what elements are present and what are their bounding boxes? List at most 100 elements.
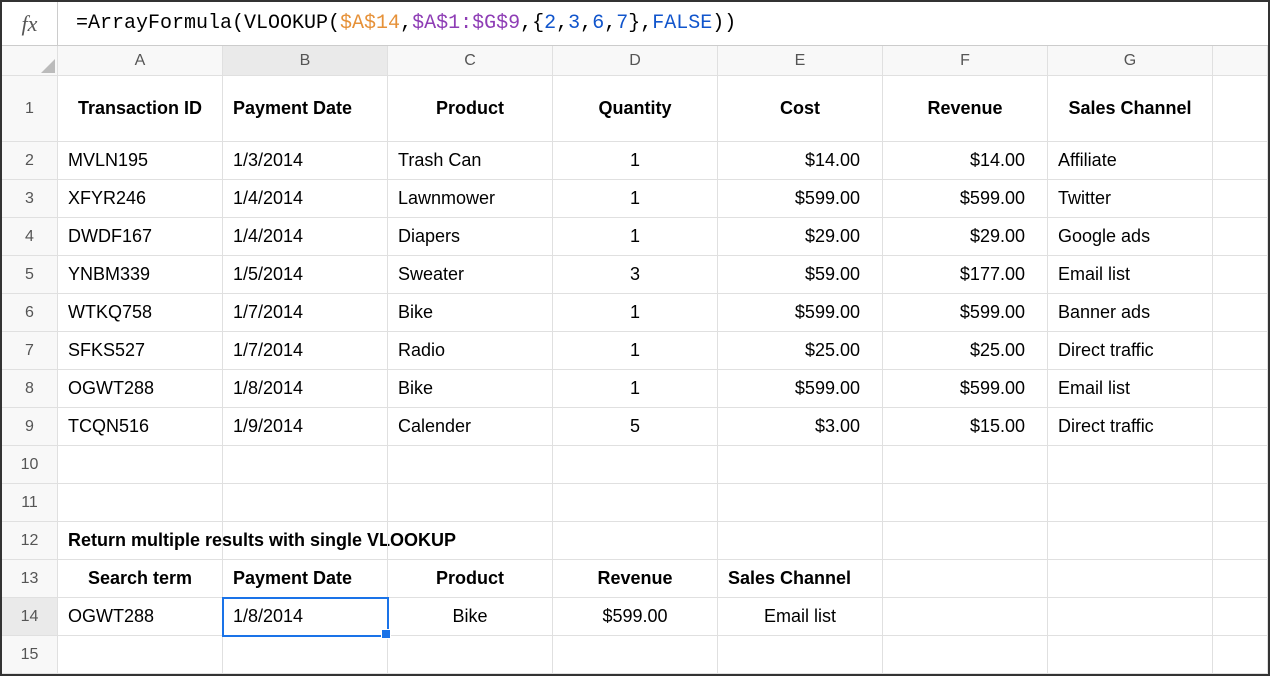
cell-G11[interactable] [1048, 484, 1213, 522]
cell-A13[interactable]: Search term [58, 560, 223, 598]
cell-A4[interactable]: DWDF167 [58, 218, 223, 256]
cell-B11[interactable] [223, 484, 388, 522]
cell-H10[interactable] [1213, 446, 1268, 484]
cell-G12[interactable] [1048, 522, 1213, 560]
cell-B7[interactable]: 1/7/2014 [223, 332, 388, 370]
cell-A14[interactable]: OGWT288 [58, 598, 223, 636]
cell-A3[interactable]: XFYR246 [58, 180, 223, 218]
cell-G9[interactable]: Direct traffic [1048, 408, 1213, 446]
row-header-15[interactable]: 15 [2, 636, 58, 674]
cell-B1[interactable]: Payment Date [223, 76, 388, 142]
cell-F1[interactable]: Revenue [883, 76, 1048, 142]
cell-C8[interactable]: Bike [388, 370, 553, 408]
row-header-11[interactable]: 11 [2, 484, 58, 522]
cell-E5[interactable]: $59.00 [718, 256, 883, 294]
cell-E13[interactable]: Sales Channel [718, 560, 883, 598]
cell-C10[interactable] [388, 446, 553, 484]
cell-B15[interactable] [223, 636, 388, 674]
cell-E9[interactable]: $3.00 [718, 408, 883, 446]
cell-G2[interactable]: Affiliate [1048, 142, 1213, 180]
cell-C13[interactable]: Product [388, 560, 553, 598]
col-header-extra[interactable] [1213, 46, 1268, 76]
cell-B2[interactable]: 1/3/2014 [223, 142, 388, 180]
cell-H5[interactable] [1213, 256, 1268, 294]
cell-G10[interactable] [1048, 446, 1213, 484]
cell-E12[interactable] [718, 522, 883, 560]
row-header-13[interactable]: 13 [2, 560, 58, 598]
cell-E11[interactable] [718, 484, 883, 522]
cell-C12[interactable] [388, 522, 553, 560]
cell-B14-active[interactable]: 1/8/2014 [223, 598, 388, 636]
row-header-14[interactable]: 14 [2, 598, 58, 636]
cell-G8[interactable]: Email list [1048, 370, 1213, 408]
col-header-B[interactable]: B [223, 46, 388, 76]
cell-G15[interactable] [1048, 636, 1213, 674]
cell-F15[interactable] [883, 636, 1048, 674]
cell-B6[interactable]: 1/7/2014 [223, 294, 388, 332]
cell-G5[interactable]: Email list [1048, 256, 1213, 294]
col-header-F[interactable]: F [883, 46, 1048, 76]
row-header-12[interactable]: 12 [2, 522, 58, 560]
row-header-9[interactable]: 9 [2, 408, 58, 446]
row-header-6[interactable]: 6 [2, 294, 58, 332]
cell-F8[interactable]: $599.00 [883, 370, 1048, 408]
cell-A6[interactable]: WTKQ758 [58, 294, 223, 332]
cell-D14[interactable]: $599.00 [553, 598, 718, 636]
cell-C5[interactable]: Sweater [388, 256, 553, 294]
cell-C2[interactable]: Trash Can [388, 142, 553, 180]
cell-H7[interactable] [1213, 332, 1268, 370]
cell-B13[interactable]: Payment Date [223, 560, 388, 598]
row-header-5[interactable]: 5 [2, 256, 58, 294]
cell-C14[interactable]: Bike [388, 598, 553, 636]
cell-G3[interactable]: Twitter [1048, 180, 1213, 218]
cell-C3[interactable]: Lawnmower [388, 180, 553, 218]
cell-F2[interactable]: $14.00 [883, 142, 1048, 180]
cell-E8[interactable]: $599.00 [718, 370, 883, 408]
cell-H8[interactable] [1213, 370, 1268, 408]
cell-D3[interactable]: 1 [553, 180, 718, 218]
row-header-4[interactable]: 4 [2, 218, 58, 256]
cell-A11[interactable] [58, 484, 223, 522]
cell-E10[interactable] [718, 446, 883, 484]
cell-A15[interactable] [58, 636, 223, 674]
cell-G7[interactable]: Direct traffic [1048, 332, 1213, 370]
cell-E14[interactable]: Email list [718, 598, 883, 636]
cell-F5[interactable]: $177.00 [883, 256, 1048, 294]
cell-G6[interactable]: Banner ads [1048, 294, 1213, 332]
cell-E4[interactable]: $29.00 [718, 218, 883, 256]
fx-icon[interactable]: fx [2, 2, 58, 45]
cell-F10[interactable] [883, 446, 1048, 484]
col-header-D[interactable]: D [553, 46, 718, 76]
cell-D10[interactable] [553, 446, 718, 484]
cell-H9[interactable] [1213, 408, 1268, 446]
cell-A2[interactable]: MVLN195 [58, 142, 223, 180]
cell-C6[interactable]: Bike [388, 294, 553, 332]
cell-H2[interactable] [1213, 142, 1268, 180]
cell-C1[interactable]: Product [388, 76, 553, 142]
cell-E2[interactable]: $14.00 [718, 142, 883, 180]
cell-B5[interactable]: 1/5/2014 [223, 256, 388, 294]
cell-A9[interactable]: TCQN516 [58, 408, 223, 446]
cell-F11[interactable] [883, 484, 1048, 522]
cell-A10[interactable] [58, 446, 223, 484]
cell-D9[interactable]: 5 [553, 408, 718, 446]
cell-D12[interactable] [553, 522, 718, 560]
cell-C9[interactable]: Calender [388, 408, 553, 446]
row-header-1[interactable]: 1 [2, 76, 58, 142]
cell-B9[interactable]: 1/9/2014 [223, 408, 388, 446]
cell-D2[interactable]: 1 [553, 142, 718, 180]
cell-H1[interactable] [1213, 76, 1268, 142]
cell-H15[interactable] [1213, 636, 1268, 674]
cell-H13[interactable] [1213, 560, 1268, 598]
cell-C7[interactable]: Radio [388, 332, 553, 370]
cell-F14[interactable] [883, 598, 1048, 636]
formula-input[interactable]: =ArrayFormula(VLOOKUP($A$14,$A$1:$G$9,{2… [58, 12, 1268, 35]
cell-E3[interactable]: $599.00 [718, 180, 883, 218]
cell-F6[interactable]: $599.00 [883, 294, 1048, 332]
cell-F9[interactable]: $15.00 [883, 408, 1048, 446]
cell-H12[interactable] [1213, 522, 1268, 560]
cell-F13[interactable] [883, 560, 1048, 598]
cell-D13[interactable]: Revenue [553, 560, 718, 598]
cell-F3[interactable]: $599.00 [883, 180, 1048, 218]
col-header-A[interactable]: A [58, 46, 223, 76]
